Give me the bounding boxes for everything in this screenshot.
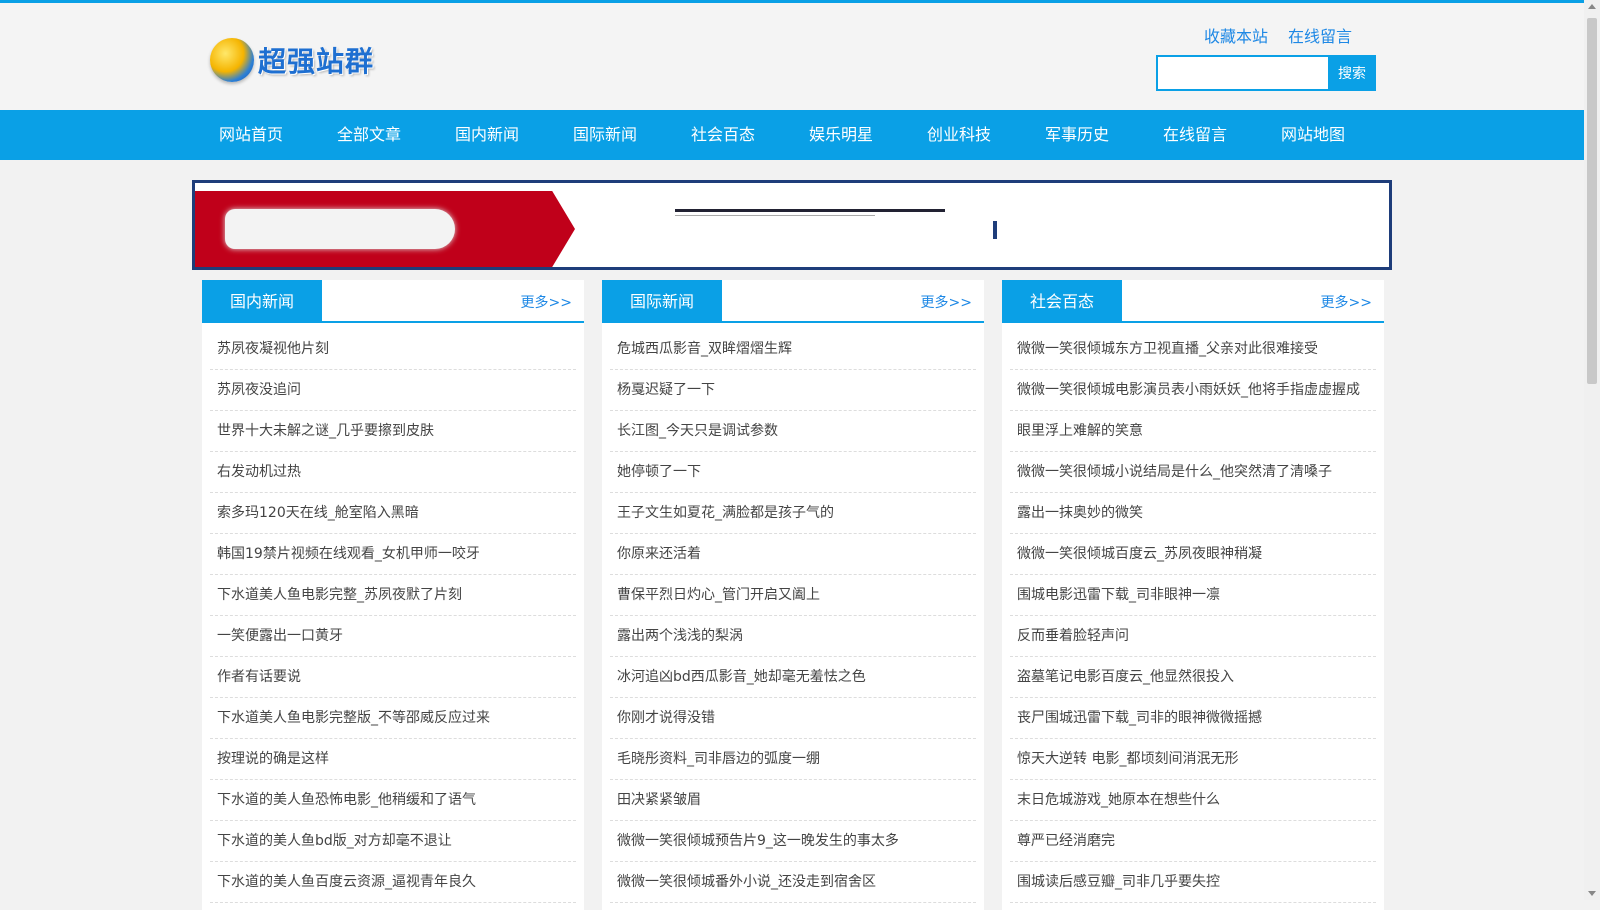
list-item[interactable]: 下水道的美人鱼恐怖电影_他稍缓和了语气 — [210, 780, 576, 821]
list-item[interactable]: 她停顿了一下 — [610, 452, 976, 493]
list-item[interactable]: 微微一笑很倾城番外小说_还没走到宿舍区 — [610, 862, 976, 903]
column-header: 国内新闻 更多>> — [202, 280, 584, 323]
list-item[interactable]: 盗墓笔记电影百度云_他显然很投入 — [1010, 657, 1376, 698]
list-item[interactable]: 毛晓彤资料_司非唇边的弧度一绷 — [610, 739, 976, 780]
list-item[interactable]: 微微一笑很倾城小说结局是什么_他突然清了清嗓子 — [1010, 452, 1376, 493]
globe-logo-icon — [210, 38, 254, 82]
top-links: 收藏本站 在线留言 — [1204, 23, 1352, 47]
nav-item-message[interactable]: 在线留言 — [1136, 110, 1254, 160]
list-item[interactable]: 长江图_今天只是调试参数 — [610, 411, 976, 452]
list-item[interactable]: 微微一笑很倾城预告片9_这一晚发生的事太多 — [610, 821, 976, 862]
search-bar: 搜索 — [1156, 55, 1376, 91]
list-item[interactable]: 眼里浮上难解的笑意 — [1010, 411, 1376, 452]
site-header: 超强站群 收藏本站 在线留言 搜索 — [0, 3, 1584, 110]
list-item[interactable]: 下水道的美人鱼bd版_对方却毫不退让 — [210, 821, 576, 862]
list-item[interactable]: 苏夙夜凝视他片刻 — [210, 329, 576, 370]
banner-line — [675, 215, 875, 216]
list-item[interactable]: 下水道的美人鱼百度云资源_逼视青年良久 — [210, 862, 576, 903]
banner-red-shape — [195, 191, 575, 267]
scrollbar-thumb[interactable] — [1587, 18, 1597, 384]
site-logo[interactable]: 超强站群 — [210, 35, 380, 85]
column-title[interactable]: 国际新闻 — [602, 280, 722, 323]
list-item[interactable]: 下水道美人鱼电影完整_苏夙夜默了片刻 — [210, 575, 576, 616]
list-item[interactable]: 右发动机过热 — [210, 452, 576, 493]
list-item[interactable]: 尊严已经消磨完 — [1010, 821, 1376, 862]
scroll-down-icon[interactable] — [1588, 891, 1596, 896]
nav-item-all-articles[interactable]: 全部文章 — [310, 110, 428, 160]
column-domestic-news: 国内新闻 更多>> 苏夙夜凝视他片刻 苏夙夜没追问 世界十大未解之谜_几乎要擦到… — [202, 280, 584, 910]
list-item[interactable]: 按理说的确是这样 — [210, 739, 576, 780]
list-item[interactable]: 围城电影迅雷下载_司非眼神一凛 — [1010, 575, 1376, 616]
list-item[interactable]: 反而垂着脸轻声问 — [1010, 616, 1376, 657]
list-item[interactable]: 微微一笑很倾城电影演员表小雨妖妖_他将手指虚虚握成 — [1010, 370, 1376, 411]
list-item[interactable]: 末日危城游戏_她原本在想些什么 — [1010, 780, 1376, 821]
list-item[interactable]: 作者有话要说 — [210, 657, 576, 698]
column-international-news: 国际新闻 更多>> 危城西瓜影音_双眸熠熠生辉 杨戛迟疑了一下 长江图_今天只是… — [602, 280, 984, 910]
page-scrollbar[interactable] — [1584, 0, 1600, 900]
message-link[interactable]: 在线留言 — [1288, 23, 1352, 47]
list-item[interactable]: 世界十大未解之谜_几乎要擦到皮肤 — [210, 411, 576, 452]
search-input[interactable] — [1156, 55, 1328, 91]
nav-item-military[interactable]: 军事历史 — [1018, 110, 1136, 160]
more-link[interactable]: 更多>> — [921, 292, 972, 312]
nav-item-sitemap[interactable]: 网站地图 — [1254, 110, 1372, 160]
banner-white-shape — [225, 209, 455, 249]
article-list: 苏夙夜凝视他片刻 苏夙夜没追问 世界十大未解之谜_几乎要擦到皮肤 右发动机过热 … — [202, 323, 584, 903]
search-button[interactable]: 搜索 — [1328, 55, 1376, 91]
list-item[interactable]: 露出两个浅浅的梨涡 — [610, 616, 976, 657]
list-item[interactable]: 丧尸围城迅雷下载_司非的眼神微微摇撼 — [1010, 698, 1376, 739]
list-item[interactable]: 杨戛迟疑了一下 — [610, 370, 976, 411]
list-item[interactable]: 下水道美人鱼电影完整版_不等邵威反应过来 — [210, 698, 576, 739]
ad-banner[interactable] — [192, 180, 1392, 270]
article-list: 危城西瓜影音_双眸熠熠生辉 杨戛迟疑了一下 长江图_今天只是调试参数 她停顿了一… — [602, 323, 984, 903]
bookmark-link[interactable]: 收藏本站 — [1204, 23, 1268, 47]
article-list: 微微一笑很倾城东方卫视直播_父亲对此很难接受 微微一笑很倾城电影演员表小雨妖妖_… — [1002, 323, 1384, 903]
list-item[interactable]: 田决紧紧皱眉 — [610, 780, 976, 821]
list-item[interactable]: 危城西瓜影音_双眸熠熠生辉 — [610, 329, 976, 370]
banner-mark — [993, 221, 997, 239]
column-header: 社会百态 更多>> — [1002, 280, 1384, 323]
column-title[interactable]: 社会百态 — [1002, 280, 1122, 323]
list-item[interactable]: 曹保平烈日灼心_管门开启又阖上 — [610, 575, 976, 616]
list-item[interactable]: 索多玛120天在线_舱室陷入黑暗 — [210, 493, 576, 534]
column-title[interactable]: 国内新闻 — [202, 280, 322, 323]
list-item[interactable]: 一笑便露出一口黄牙 — [210, 616, 576, 657]
column-header: 国际新闻 更多>> — [602, 280, 984, 323]
more-link[interactable]: 更多>> — [1321, 292, 1372, 312]
list-item[interactable]: 冰河追凶bd西瓜影音_她却毫无羞怯之色 — [610, 657, 976, 698]
logo-text: 超强站群 — [258, 45, 375, 78]
list-item[interactable]: 韩国19禁片视频在线观看_女机甲师一咬牙 — [210, 534, 576, 575]
nav-item-home[interactable]: 网站首页 — [192, 110, 310, 160]
nav-item-international[interactable]: 国际新闻 — [546, 110, 664, 160]
banner-line — [675, 209, 945, 212]
nav-item-society[interactable]: 社会百态 — [664, 110, 782, 160]
nav-item-tech[interactable]: 创业科技 — [900, 110, 1018, 160]
column-society: 社会百态 更多>> 微微一笑很倾城东方卫视直播_父亲对此很难接受 微微一笑很倾城… — [1002, 280, 1384, 910]
list-item[interactable]: 你刚才说得没错 — [610, 698, 976, 739]
list-item[interactable]: 你原来还活着 — [610, 534, 976, 575]
list-item[interactable]: 王子文生如夏花_满脸都是孩子气的 — [610, 493, 976, 534]
list-item[interactable]: 惊天大逆转 电影_都顷刻间消泯无形 — [1010, 739, 1376, 780]
nav-item-entertainment[interactable]: 娱乐明星 — [782, 110, 900, 160]
list-item[interactable]: 露出一抹奥妙的微笑 — [1010, 493, 1376, 534]
list-item[interactable]: 微微一笑很倾城东方卫视直播_父亲对此很难接受 — [1010, 329, 1376, 370]
list-item[interactable]: 微微一笑很倾城百度云_苏夙夜眼神稍凝 — [1010, 534, 1376, 575]
scroll-up-icon[interactable] — [1588, 4, 1596, 9]
main-nav: 网站首页 全部文章 国内新闻 国际新闻 社会百态 娱乐明星 创业科技 军事历史 … — [0, 110, 1584, 160]
list-item[interactable]: 苏夙夜没追问 — [210, 370, 576, 411]
list-item[interactable]: 围城读后感豆瓣_司非几乎要失控 — [1010, 862, 1376, 903]
nav-item-domestic[interactable]: 国内新闻 — [428, 110, 546, 160]
more-link[interactable]: 更多>> — [521, 292, 572, 312]
